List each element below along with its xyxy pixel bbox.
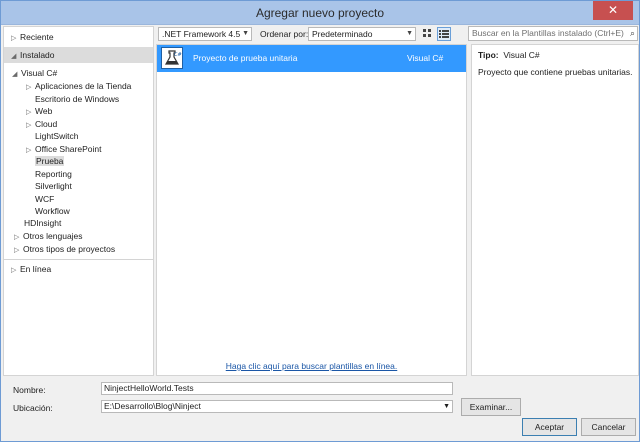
tree-item-silverlight[interactable]: Silverlight: [26, 180, 72, 193]
tree-item-cloud[interactable]: ▷ Cloud: [26, 118, 57, 131]
section-installed-label: Instalado: [20, 50, 55, 60]
title-bar: Agregar nuevo proyecto ✕: [1, 1, 639, 25]
collapse-arrow-icon[interactable]: ◢: [12, 68, 21, 81]
tree-item-web[interactable]: ▷ Web: [26, 105, 52, 118]
tree-item-label: Cloud: [35, 118, 58, 129]
chevron-down-icon: ▼: [406, 30, 413, 37]
tree-item-hdinsight[interactable]: HDInsight: [24, 217, 61, 230]
tree-item-lightswitch[interactable]: LightSwitch: [26, 130, 78, 143]
sort-select[interactable]: Predeterminado ▼: [308, 27, 416, 41]
divider: [4, 259, 153, 260]
add-new-project-dialog: Agregar nuevo proyecto ✕ ▷ Reciente ◢ Inst…: [0, 0, 640, 442]
tree-item-other-languages[interactable]: ▷ Otros lenguajes: [14, 230, 83, 243]
browse-button[interactable]: Examinar...: [461, 398, 521, 416]
svg-text:C#: C#: [174, 52, 182, 58]
tree-item-label: Office SharePoint: [35, 143, 102, 154]
expand-arrow-icon[interactable]: ▷: [11, 31, 20, 47]
template-list: C# Proyecto de prueba unitaria Visual C#…: [156, 44, 467, 376]
medium-icons-view-button[interactable]: [437, 27, 451, 41]
tree-item-label: Otros tipos de proyectos: [23, 244, 116, 254]
sort-select-value: Predeterminado: [312, 29, 373, 39]
template-item-unit-test[interactable]: C# Proyecto de prueba unitaria Visual C#: [157, 45, 466, 72]
tree-item-label: LightSwitch: [35, 131, 79, 141]
tree-item-prueba[interactable]: Prueba: [26, 155, 65, 168]
section-installed[interactable]: ◢ Instalado: [4, 47, 153, 63]
collapse-arrow-icon[interactable]: ◢: [11, 49, 20, 65]
project-name-input[interactable]: NinjectHelloWorld.Tests: [101, 382, 453, 395]
small-icons-view-button[interactable]: [421, 27, 435, 41]
template-name: Proyecto de prueba unitaria: [193, 53, 298, 63]
tree-item-label: Silverlight: [35, 181, 72, 191]
tree-item-visual-csharp[interactable]: ◢ Visual C#: [12, 67, 57, 80]
template-search-input[interactable]: Buscar en la Plantillas instalado (Ctrl+…: [468, 26, 638, 41]
cancel-button[interactable]: Cancelar: [581, 418, 636, 436]
template-description: Proyecto que contiene pruebas unitarias.: [478, 67, 633, 77]
tree-item-label: Otros lenguajes: [23, 231, 83, 241]
search-placeholder: Buscar en la Plantillas instalado (Ctrl+…: [472, 28, 624, 38]
close-button[interactable]: ✕: [593, 1, 633, 20]
tree-item-escritorio-de-windows[interactable]: Escritorio de Windows: [26, 93, 119, 106]
tree-item-label: HDInsight: [24, 218, 62, 228]
framework-select[interactable]: .NET Framework 4.5 ▼: [158, 27, 252, 41]
expand-arrow-icon[interactable]: ▷: [14, 244, 23, 257]
tree-item-label: Prueba: [35, 156, 65, 166]
type-value: Visual C#: [503, 50, 540, 60]
tree-item-office-sharepoint[interactable]: ▷ Office SharePoint: [26, 143, 101, 156]
template-language: Visual C#: [407, 53, 444, 63]
tree-item-reporting[interactable]: Reporting: [26, 168, 72, 181]
search-icon[interactable]: ⌕: [630, 27, 635, 40]
tree-item-workflow[interactable]: Workflow: [26, 205, 70, 218]
template-type: Tipo: Visual C#: [478, 50, 540, 60]
section-online[interactable]: ▷ En línea: [4, 261, 153, 277]
tree-item-label: Escritorio de Windows: [35, 93, 120, 104]
location-label: Ubicación:: [13, 403, 53, 413]
dialog-title: Agregar nuevo proyecto: [255, 6, 385, 20]
section-recent[interactable]: ▷ Reciente: [4, 29, 153, 45]
tree-item-label: Workflow: [35, 206, 70, 216]
location-combo[interactable]: E:\Desarrollo\Blog\Ninject ▼: [101, 400, 453, 413]
location-value: E:\Desarrollo\Blog\Ninject: [104, 401, 201, 411]
template-categories-panel: ▷ Reciente ◢ Instalado ◢ Visual C# HDInsigh…: [3, 26, 154, 376]
tree-item-label: Visual C#: [21, 68, 58, 78]
tree-item-wcf[interactable]: WCF: [26, 193, 54, 206]
tree-item-label: WCF: [35, 193, 55, 204]
tree-item-other-project-types[interactable]: ▷ Otros tipos de proyectos: [14, 243, 115, 256]
template-details-panel: Tipo: Visual C# Proyecto que contiene pr…: [471, 44, 639, 376]
type-label: Tipo:: [478, 50, 499, 60]
online-templates-link[interactable]: Haga clic aquí para buscar plantillas en…: [157, 361, 466, 371]
tree-item-label: Reporting: [35, 168, 72, 179]
unit-test-project-icon: C#: [161, 47, 183, 69]
project-name-value: NinjectHelloWorld.Tests: [104, 383, 194, 393]
framework-select-value: .NET Framework 4.5: [162, 29, 241, 39]
tree-item-label: Aplicaciones de la Tienda: [35, 81, 132, 91]
section-online-label: En línea: [20, 264, 52, 274]
list-view-icon: [439, 30, 449, 38]
accept-button[interactable]: Aceptar: [522, 418, 577, 436]
tree-item-aplicaciones-de-la-tienda[interactable]: ▷ Aplicaciones de la Tienda: [26, 80, 131, 93]
expand-arrow-icon[interactable]: ▷: [11, 263, 20, 279]
section-recent-label: Reciente: [20, 32, 54, 42]
chevron-down-icon: ▼: [242, 30, 249, 37]
grid-view-icon: [423, 29, 431, 37]
name-label: Nombre:: [13, 385, 46, 395]
chevron-down-icon: ▼: [443, 403, 450, 410]
sort-label: Ordenar por:: [260, 29, 309, 39]
tree-item-label: Web: [35, 106, 53, 116]
